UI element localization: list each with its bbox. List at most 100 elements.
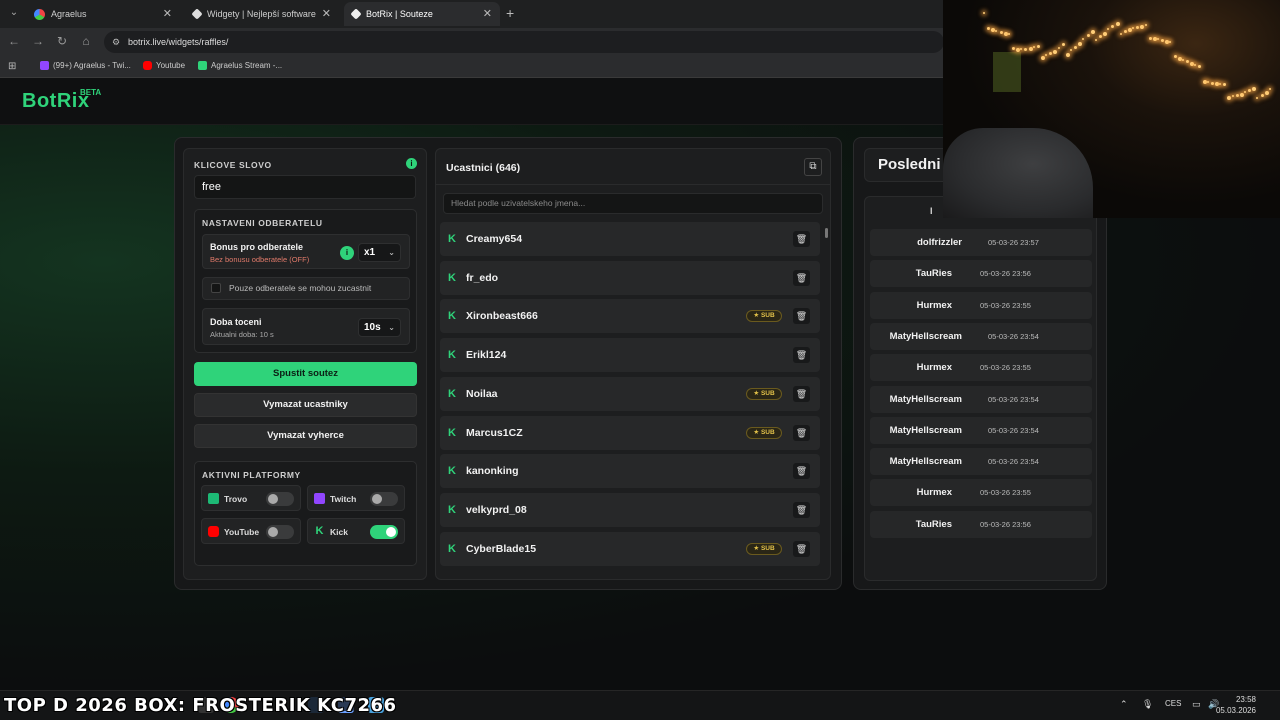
platforms-section: AKTIVNI PLATFORMY Trovo Twitch YouTube K… bbox=[194, 461, 417, 566]
participant-row[interactable]: K Creamy654 🗑 bbox=[440, 222, 820, 256]
clear-winners-button[interactable]: Vymazat vyherce bbox=[194, 424, 417, 448]
participants-list[interactable]: K Creamy654 🗑 Kfr_edo 🗑 K Xironbeast666 ★ SUB 🗑 K… bbox=[440, 222, 820, 579]
beta-badge: BETA bbox=[80, 88, 102, 97]
kick-toggle[interactable] bbox=[370, 525, 398, 539]
bonus-multiplier-select[interactable]: x1 ⌄ bbox=[358, 243, 401, 262]
participant-row[interactable]: K CyberBlade15 ★ SUB 🗑 bbox=[440, 531, 820, 566]
keyword-label: KLICOVE SLOVO bbox=[194, 160, 272, 170]
close-tab-icon[interactable]: ✕ bbox=[483, 7, 492, 20]
participant-row[interactable]: Kkanonking 🗑 bbox=[440, 454, 820, 489]
participant-name: fr_edo bbox=[466, 271, 499, 284]
site-info-icon[interactable]: ⚙ bbox=[112, 37, 120, 47]
home-icon[interactable]: ⌂ bbox=[78, 34, 94, 48]
light-dot bbox=[1012, 47, 1015, 51]
light-dot bbox=[1186, 60, 1189, 64]
bookmark-youtube[interactable]: Youtube bbox=[143, 61, 185, 70]
delete-icon[interactable]: 🗑 bbox=[793, 424, 810, 441]
only-subs-row[interactable]: Pouze odberatele se mohou zucastnit bbox=[202, 277, 410, 300]
info-icon[interactable]: i bbox=[340, 246, 354, 260]
light-dot bbox=[1094, 39, 1097, 42]
webcam-background-window bbox=[993, 52, 1021, 92]
light-dot bbox=[1194, 63, 1197, 66]
delete-icon[interactable]: 🗑 bbox=[793, 269, 810, 286]
delete-icon[interactable]: 🗑 bbox=[793, 347, 810, 364]
network-icon[interactable]: ▭ bbox=[1192, 699, 1201, 710]
tray-chevron-icon[interactable]: ⌃ bbox=[1120, 699, 1128, 710]
tab-agraelus[interactable]: Agraelus ✕ bbox=[26, 2, 180, 26]
light-dot bbox=[1041, 56, 1045, 61]
address-bar[interactable]: ⚙ botrix.live/widgets/raffles/ bbox=[104, 31, 944, 53]
light-dot bbox=[1090, 29, 1095, 34]
light-dot bbox=[1252, 86, 1257, 91]
winner-row: MatyHellscream 05-03-26 23:54 bbox=[870, 385, 1092, 413]
kick-icon: K bbox=[448, 426, 456, 439]
delete-icon[interactable]: 🗑 bbox=[793, 308, 810, 325]
close-tab-icon[interactable]: ✕ bbox=[163, 7, 172, 20]
back-icon[interactable]: ← bbox=[6, 34, 22, 48]
clear-participants-button[interactable]: Vymazat ucastniky bbox=[194, 393, 417, 417]
participants-title: Ucastnici (646) bbox=[446, 162, 521, 174]
copy-icon[interactable]: ⧉ bbox=[804, 158, 822, 176]
only-subs-checkbox[interactable] bbox=[211, 283, 221, 293]
winner-row: MatyHellscream 05-03-26 23:54 bbox=[870, 448, 1092, 476]
winner-row: dolfrizzler 05-03-26 23:57 bbox=[870, 229, 1092, 256]
microphone-icon[interactable]: 🎙 bbox=[1142, 699, 1153, 710]
light-dot bbox=[1049, 52, 1053, 56]
participant-row[interactable]: K Erikl124 🗑 bbox=[440, 338, 820, 373]
light-dot bbox=[1148, 37, 1152, 41]
tab-search-icon[interactable]: ⌄ bbox=[6, 5, 22, 21]
forward-icon[interactable]: → bbox=[30, 34, 46, 48]
participant-row[interactable]: K Noilaa ★ SUB 🗑 bbox=[440, 376, 820, 411]
participant-row[interactable]: Kfr_edo 🗑 bbox=[440, 260, 820, 295]
winners-column-header: l bbox=[930, 206, 933, 216]
light-dot bbox=[1223, 83, 1227, 86]
delete-icon[interactable]: 🗑 bbox=[793, 231, 810, 247]
delete-icon[interactable]: 🗑 bbox=[793, 463, 810, 480]
scrollbar-thumb[interactable] bbox=[825, 228, 828, 238]
reload-icon[interactable]: ↻ bbox=[54, 34, 70, 48]
participant-row[interactable]: K Xironbeast666 ★ SUB 🗑 bbox=[440, 299, 820, 334]
bookmark-twitch[interactable]: (99+) Agraelus - Twi... bbox=[40, 61, 131, 70]
tab-label: BotRix | Souteze bbox=[366, 9, 433, 19]
light-dot bbox=[1219, 82, 1222, 85]
delete-icon[interactable]: 🗑 bbox=[793, 385, 810, 402]
participant-name: Creamy654 bbox=[466, 233, 523, 245]
language-indicator[interactable]: CES bbox=[1165, 699, 1181, 708]
participants-scrollbar[interactable] bbox=[824, 222, 828, 579]
participant-row[interactable]: K Marcus1CZ ★ SUB 🗑 bbox=[440, 415, 820, 450]
toggle-knob bbox=[268, 494, 278, 504]
new-tab-button[interactable]: + bbox=[506, 5, 514, 21]
participant-search-input[interactable]: Hledat podle uzivatelskeho jmena... bbox=[443, 193, 823, 214]
winner-name: Hurmex bbox=[916, 487, 952, 499]
delete-icon[interactable]: 🗑 bbox=[793, 501, 810, 518]
platform-youtube: YouTube bbox=[201, 518, 301, 544]
light-dot bbox=[1103, 31, 1108, 36]
platform-kick: K Kick bbox=[307, 518, 405, 544]
twitch-toggle[interactable] bbox=[370, 492, 398, 506]
tab-widgety[interactable]: Widgety | Nejlepší software pro ✕ bbox=[185, 2, 339, 26]
youtube-toggle[interactable] bbox=[266, 525, 294, 539]
clock[interactable]: 23:58 05.03.2026 bbox=[1216, 694, 1256, 716]
spin-duration-select[interactable]: 10s ⌄ bbox=[358, 318, 401, 337]
trovo-toggle[interactable] bbox=[266, 492, 294, 506]
winner-row: Hurmex 05-03-26 23:55 bbox=[870, 479, 1092, 507]
close-tab-icon[interactable]: ✕ bbox=[322, 7, 331, 20]
apps-icon[interactable]: ⊞ bbox=[8, 61, 16, 72]
spin-title: Doba toceni bbox=[210, 317, 262, 327]
kick-icon: K bbox=[315, 525, 324, 537]
winner-row: TauRies 05-03-26 23:56 bbox=[870, 510, 1092, 538]
participant-row[interactable]: Kvelkyprd_08 🗑 bbox=[440, 492, 820, 527]
winner-time: 05-03-26 23:57 bbox=[988, 238, 1039, 247]
light-dot bbox=[1181, 58, 1184, 61]
bookmark-kick[interactable]: Agraelus Stream -... bbox=[198, 61, 282, 70]
spin-subtitle: Aktualni doba: 10 s bbox=[210, 330, 274, 339]
keyword-input[interactable]: free bbox=[194, 175, 416, 199]
tab-label: Agraelus bbox=[51, 9, 87, 19]
start-raffle-button[interactable]: Spustit soutez bbox=[194, 362, 417, 386]
light-dot bbox=[1260, 94, 1264, 98]
tab-botrix-souteze[interactable]: BotRix | Souteze ✕ bbox=[344, 2, 500, 26]
delete-icon[interactable]: 🗑 bbox=[793, 540, 810, 557]
light-dot bbox=[1227, 95, 1232, 100]
platform-trovo: Trovo bbox=[201, 485, 301, 511]
info-icon[interactable]: i bbox=[406, 158, 417, 169]
